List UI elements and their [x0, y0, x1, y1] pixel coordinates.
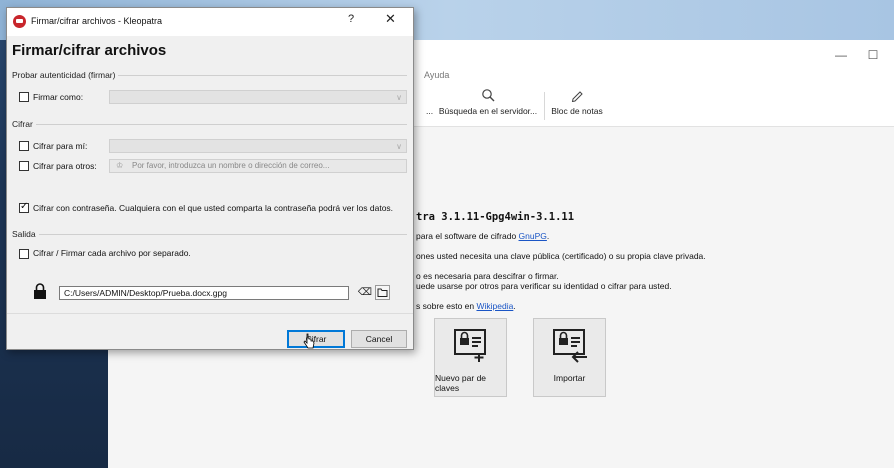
output-group-label: Salida: [12, 229, 39, 239]
sign-as-checkbox[interactable]: [19, 92, 29, 102]
sign-as-label: Firmar como:: [33, 92, 84, 102]
encrypt-others-checkbox[interactable]: [19, 161, 29, 171]
search-server-button[interactable]: Búsqueda en el servidor...: [433, 88, 543, 122]
chevron-down-icon: ∨: [396, 93, 402, 102]
import-icon: [552, 329, 587, 363]
output-group-frame: [12, 234, 407, 235]
output-path-input[interactable]: C:/Users/ADMIN/Desktop/Prueba.docx.gpg: [59, 286, 349, 300]
password-checkbox[interactable]: [19, 201, 29, 213]
dialog-titlebar: Firmar/cifrar archivos - Kleopatra ? ✕: [7, 8, 413, 36]
maximize-icon[interactable]: ☐: [858, 46, 888, 64]
sign-group-label: Probar autenticidad (firmar): [12, 70, 119, 80]
dialog-heading: Firmar/cifrar archivos: [12, 42, 167, 59]
kleopatra-app-icon: [13, 15, 26, 28]
folder-icon: [377, 288, 388, 297]
new-keypair-label: Nuevo par de claves: [435, 373, 487, 393]
clear-text-icon[interactable]: ⌫: [357, 286, 373, 300]
encrypt-others-placeholder: Por favor, introduzca un nombre o direcc…: [132, 161, 330, 170]
search-icon: [481, 88, 495, 106]
minimize-icon[interactable]: —: [826, 46, 856, 64]
import-label: Importar: [553, 373, 586, 383]
gnupg-link[interactable]: GnuPG: [519, 231, 547, 241]
encrypt-button[interactable]: Cifrar: [287, 330, 345, 348]
sign-as-combo[interactable]: ∨: [109, 90, 407, 104]
encrypt-me-checkbox[interactable]: [19, 141, 29, 151]
separate-files-checkbox[interactable]: [19, 249, 29, 259]
chevron-down-icon: ∨: [396, 142, 402, 151]
close-icon[interactable]: ✕: [385, 11, 396, 27]
import-button[interactable]: Importar: [533, 318, 606, 397]
welcome-line-4: uede usarse por otros para verificar su …: [416, 281, 672, 291]
welcome-line-2: ones usted necesita una clave pública (c…: [416, 251, 706, 261]
add-user-icon: ♔: [116, 161, 124, 170]
hand-cursor-icon: [303, 333, 315, 349]
encrypt-group-label: Cifrar: [12, 119, 36, 129]
wikipedia-link[interactable]: Wikipedia: [476, 301, 513, 311]
encrypt-me-combo[interactable]: ∨: [109, 139, 407, 153]
encrypt-me-label: Cifrar para mí:: [33, 141, 88, 151]
search-server-label: Búsqueda en el servidor...: [438, 106, 538, 116]
welcome-line-5: s sobre esto en Wikipedia.: [416, 301, 516, 311]
menu-help[interactable]: Ayuda: [424, 70, 449, 80]
encrypt-group-frame: [12, 124, 407, 125]
help-icon[interactable]: ?: [348, 13, 354, 25]
welcome-heading: tra 3.1.11-Gpg4win-3.1.11: [416, 211, 575, 223]
browse-folder-button[interactable]: [375, 285, 390, 300]
lock-icon: [34, 283, 46, 299]
pencil-icon: [570, 88, 584, 106]
welcome-line-3: o es necesaria para descifrar o firmar.: [416, 271, 559, 281]
button-area-divider: [7, 313, 413, 314]
welcome-line-1: para el software de cifrado GnuPG.: [416, 231, 550, 241]
encrypt-others-label: Cifrar para otros:: [33, 161, 97, 171]
cancel-button[interactable]: Cancel: [351, 330, 407, 348]
password-label: Cifrar con contraseña. Cualquiera con el…: [33, 203, 394, 213]
encrypt-others-input[interactable]: ♔ Por favor, introduzca un nombre o direc…: [109, 159, 407, 173]
separate-files-label: Cifrar / Firmar cada archivo por separad…: [33, 248, 191, 258]
new-keypair-button[interactable]: Nuevo par de claves: [434, 318, 507, 397]
new-keypair-icon: [453, 329, 486, 362]
sign-encrypt-dialog: Firmar/cifrar archivos - Kleopatra ? ✕ F…: [6, 7, 414, 350]
notepad-button[interactable]: Bloc de notas: [545, 88, 609, 122]
notepad-label: Bloc de notas: [551, 106, 603, 116]
dialog-title: Firmar/cifrar archivos - Kleopatra: [31, 16, 163, 26]
